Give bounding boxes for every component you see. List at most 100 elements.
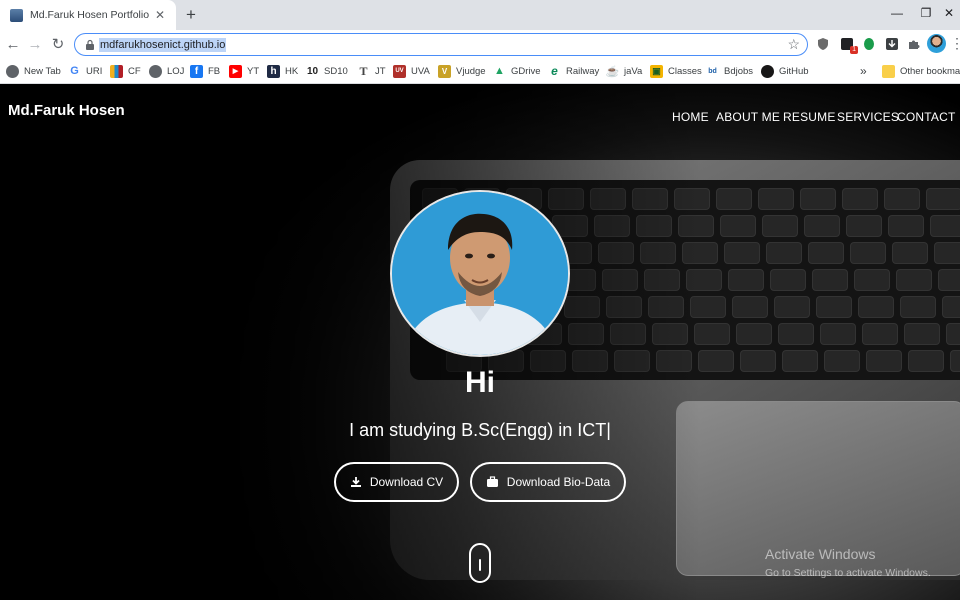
bookmark-new-tab[interactable]: New Tab xyxy=(6,63,61,79)
keyboard-key xyxy=(762,215,798,237)
download-cv-button[interactable]: Download CV xyxy=(334,462,459,502)
nav-about-me[interactable]: ABOUT ME xyxy=(716,110,780,124)
bdjobs-icon: bd xyxy=(708,67,717,75)
bookmarks-overflow-button[interactable]: » xyxy=(860,63,867,79)
keyboard-key xyxy=(900,296,936,318)
bookmark-gdrive[interactable]: ▲ GDrive xyxy=(493,63,541,79)
tab-strip: Md.Faruk Hosen Portfolio ✕ + — ❐ ✕ xyxy=(0,0,960,30)
tab-title: Md.Faruk Hosen Portfolio xyxy=(30,9,150,21)
bookmark-star-icon[interactable]: ☆ xyxy=(787,36,800,53)
keyboard-key xyxy=(842,188,878,210)
extension-badge-icon[interactable]: 1 xyxy=(839,36,858,54)
hero-overlay xyxy=(0,85,700,600)
reload-button[interactable]: ↻ xyxy=(48,34,68,54)
bookmark-vjudge[interactable]: V Vjudge xyxy=(438,63,486,79)
hero-tagline: I am studying B.Sc(Engg) in ICT| xyxy=(349,420,611,440)
codeforces-icon xyxy=(110,64,123,78)
other-bookmarks-folder[interactable]: Other bookmarks xyxy=(882,63,960,79)
nav-home[interactable]: HOME xyxy=(672,110,709,124)
bookmark-sd10[interactable]: 10 SD10 xyxy=(306,63,348,79)
puzzle-extensions-icon[interactable] xyxy=(906,36,922,52)
keyboard-key xyxy=(926,188,960,210)
folder-icon xyxy=(882,64,895,78)
keyboard-key xyxy=(800,188,836,210)
keyboard-key xyxy=(758,188,794,210)
evernote-extension-icon[interactable] xyxy=(861,36,877,52)
window-close-button[interactable]: ✕ xyxy=(930,0,960,26)
keyboard-key xyxy=(884,188,920,210)
new-tab-button[interactable]: + xyxy=(180,4,202,26)
keyboard-key xyxy=(862,323,898,345)
profile-favicon-icon xyxy=(10,8,23,22)
download-cv-label: Download CV xyxy=(369,475,444,489)
address-bar[interactable]: mdfarukhosenict.github.io ☆ xyxy=(74,33,808,56)
bookmark-yt[interactable]: ▶ YT xyxy=(229,63,259,79)
tab-portfolio[interactable]: Md.Faruk Hosen Portfolio ✕ xyxy=(0,0,176,30)
browser-menu-icon[interactable]: ⋮ xyxy=(950,34,960,52)
bookmark-java[interactable]: ☕ jaVa xyxy=(605,63,643,79)
bookmark-classes[interactable]: ▣ Classes xyxy=(650,63,702,79)
nav-resume[interactable]: RESUME xyxy=(783,110,836,124)
keyboard-key xyxy=(774,296,810,318)
hackerrank-icon: h xyxy=(267,64,280,78)
bookmark-uri[interactable]: G URI xyxy=(68,63,102,79)
close-icon[interactable]: ✕ xyxy=(152,7,168,23)
bookmark-jt[interactable]: T JT xyxy=(357,63,385,79)
keyboard-key xyxy=(808,242,844,264)
keyboard-key xyxy=(720,215,756,237)
bookmark-cf[interactable]: CF xyxy=(110,63,141,79)
forward-button[interactable]: → xyxy=(25,34,45,54)
keyboard-key xyxy=(716,188,752,210)
keyboard-key xyxy=(724,242,760,264)
keyboard-key xyxy=(896,269,932,291)
facebook-icon: f xyxy=(190,64,203,78)
globe-icon xyxy=(6,64,19,78)
download-icon xyxy=(350,477,361,487)
lock-icon[interactable] xyxy=(84,39,96,51)
keyboard-key xyxy=(930,215,960,237)
keyboard-key xyxy=(858,296,894,318)
mouse-scroll-icon[interactable] xyxy=(469,543,491,583)
bookmark-github[interactable]: GitHub xyxy=(761,63,809,79)
site-brand[interactable]: Md.Faruk Hosen xyxy=(8,102,125,119)
profile-avatar-icon[interactable] xyxy=(927,34,946,53)
keyboard-key xyxy=(820,323,856,345)
bookmark-bdjobs[interactable]: bd Bdjobs xyxy=(706,63,753,79)
nav-contact[interactable]: CONTACT xyxy=(897,110,956,124)
bookmark-loj[interactable]: LOJ xyxy=(149,63,184,79)
back-button[interactable]: ← xyxy=(3,34,23,54)
bookmark-hk[interactable]: h HK xyxy=(267,63,298,79)
keyboard-key xyxy=(728,269,764,291)
nav-services[interactable]: SERVICES xyxy=(837,110,899,124)
vjudge-icon: V xyxy=(438,64,451,78)
bookmark-uva[interactable]: UV UVA xyxy=(393,63,430,79)
keyboard-key xyxy=(904,323,940,345)
uva-icon: UV xyxy=(393,64,406,78)
keyboard-key xyxy=(766,242,802,264)
railway-icon: e xyxy=(551,64,558,78)
shield-extension-icon[interactable] xyxy=(815,36,831,52)
keyboard-key xyxy=(934,242,960,264)
keyboard-key xyxy=(942,296,960,318)
download-biodata-button[interactable]: Download Bio-Data xyxy=(470,462,626,502)
browser-toolbar: ← → ↻ mdfarukhosenict.github.io ☆ 1 xyxy=(0,30,960,58)
bookmarks-bar: New Tab G URI CF LOJ f FB ▶ YT h HK 10 S… xyxy=(0,58,960,84)
url-text[interactable]: mdfarukhosenict.github.io xyxy=(99,38,227,52)
keyboard-key xyxy=(892,242,928,264)
keyboard-key xyxy=(946,323,960,345)
keyboard-key xyxy=(804,215,840,237)
extension-badge-count: 1 xyxy=(850,46,858,54)
keyboard-key xyxy=(854,269,890,291)
globe-icon xyxy=(149,64,162,78)
java-icon: ☕ xyxy=(605,65,620,78)
keyboard-key xyxy=(938,269,960,291)
tenminute-icon: 10 xyxy=(306,65,319,77)
google-icon: G xyxy=(70,65,79,77)
profile-photo xyxy=(390,190,570,357)
bookmark-fb[interactable]: f FB xyxy=(190,63,220,79)
download-extension-icon[interactable] xyxy=(884,36,900,52)
keyboard-key xyxy=(732,296,768,318)
keyboard-key xyxy=(850,242,886,264)
bookmark-railway[interactable]: e Railway xyxy=(548,63,599,79)
hero-greeting: Hi xyxy=(465,366,495,399)
